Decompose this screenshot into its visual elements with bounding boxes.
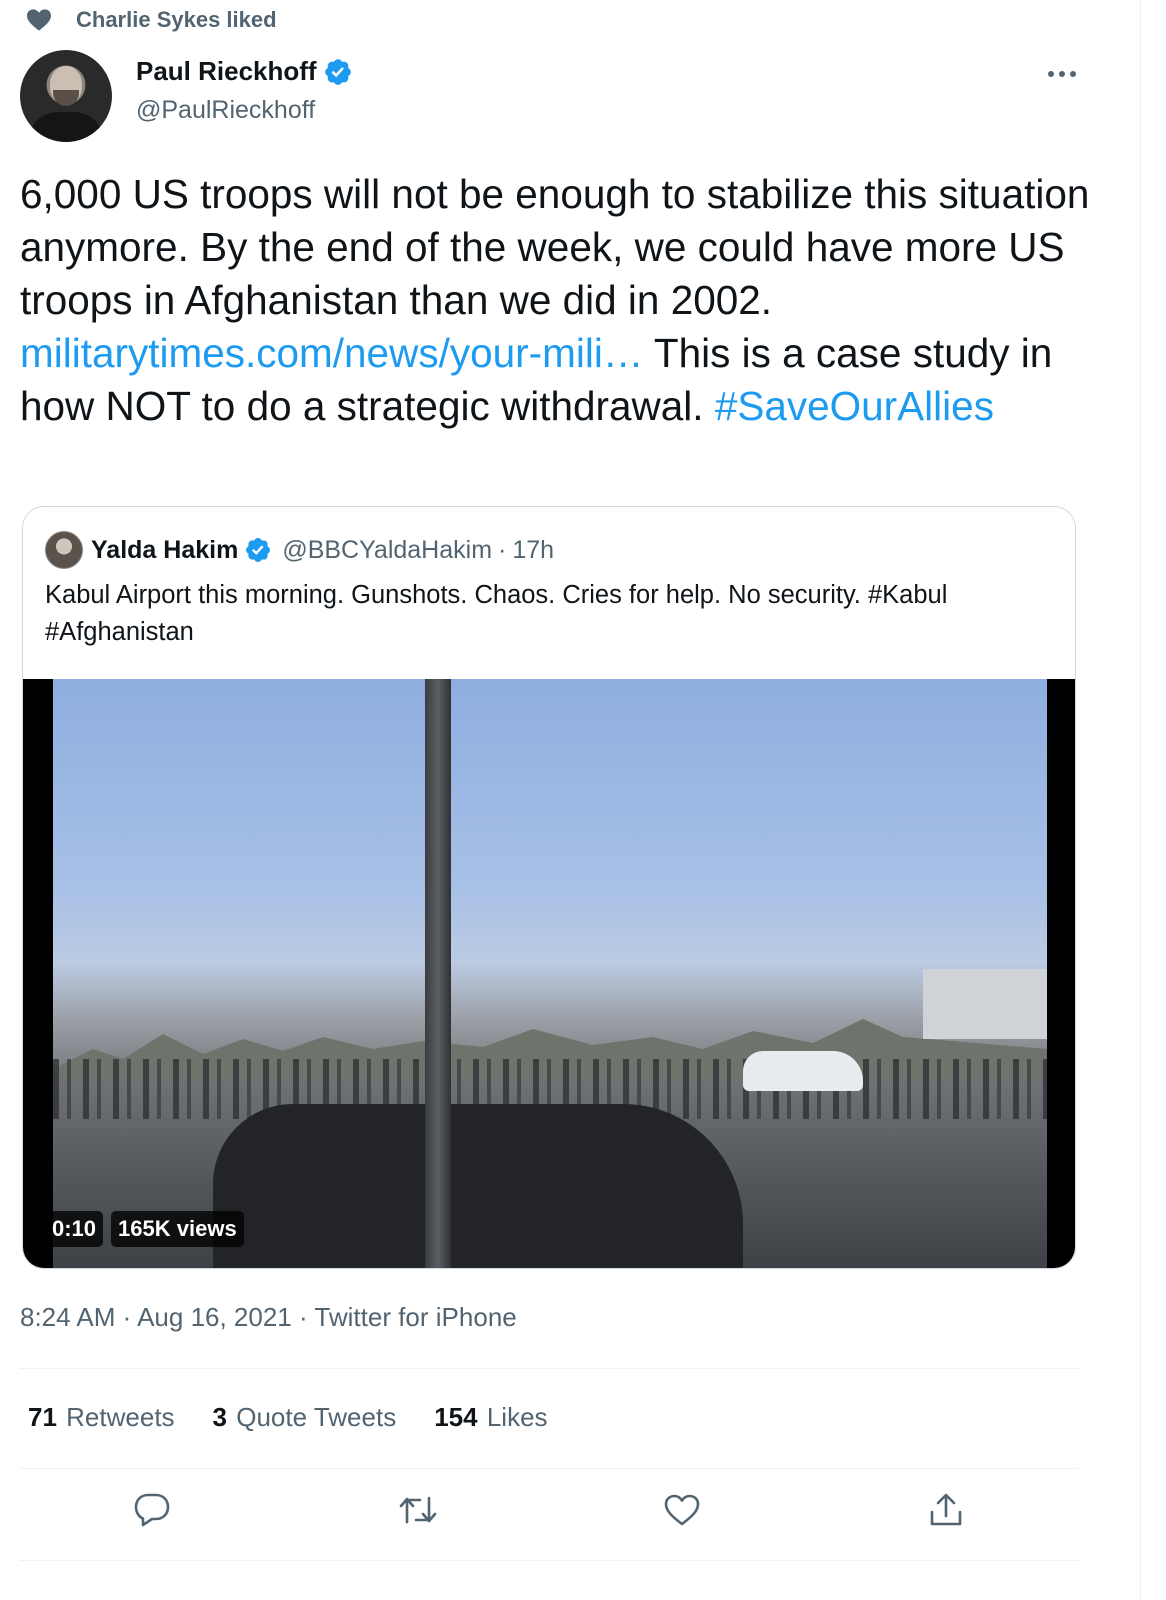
video-badges: 0:10 165K views [45,1211,244,1247]
retweet-icon[interactable] [396,1488,440,1532]
video-building-shape [923,969,1047,1039]
video-white-car-shape [743,1051,863,1091]
quoted-verified-badge-icon [246,538,271,562]
quoted-separator: · [498,535,507,564]
divider [20,1468,1078,1469]
likes-label: Likes [486,1402,548,1432]
avatar[interactable] [20,50,112,142]
quoted-tweet-card[interactable]: Yalda Hakim @BBCYaldaHakim · 17h Kabul A… [22,506,1076,1269]
quoted-handle[interactable]: @BBCYaldaHakim [282,536,492,565]
quoted-tweet-text: Kabul Airport this morning. Gunshots. Ch… [45,581,948,646]
likes-count: 154 [434,1402,478,1432]
tweet-text: 6,000 US troops will not be enough to st… [20,168,1090,433]
retweets-count: 71 [28,1402,57,1432]
social-context[interactable]: Charlie Sykes liked [24,4,277,36]
quoted-time[interactable]: 17h [512,536,554,565]
tweet-link[interactable]: militarytimes.com/news/your-mili… [20,330,643,376]
social-context-label: Charlie Sykes liked [76,7,277,32]
retweets-label: Retweets [66,1402,175,1432]
avatar-beard-shape [53,90,79,106]
likes-stat[interactable]: 154 Likes [434,1402,547,1433]
quoted-tweet-header: Yalda Hakim @BBCYaldaHakim · 17h [45,531,554,569]
video-views: 165K views [111,1211,244,1247]
engagement-stats: 71 Retweets 3 Quote Tweets 154 Likes [28,1402,548,1433]
verified-badge-icon [324,58,351,85]
reply-icon[interactable] [130,1488,174,1532]
tweet-time[interactable]: 8:24 AM [20,1302,115,1332]
divider [20,1560,1078,1561]
video-player[interactable]: 0:10 165K views [23,679,1075,1268]
action-bar [0,1488,1100,1538]
video-pole-shape [425,679,451,1268]
author-name-row[interactable]: Paul Rieckhoff [136,56,353,87]
hashtag-link[interactable]: #SaveOurAllies [715,383,994,429]
tweet-text-part1: 6,000 US troops will not be enough to st… [20,171,1090,323]
meta-separator-2: · [291,1302,315,1332]
quoted-display-name[interactable]: Yalda Hakim [91,536,238,565]
author-display-name[interactable]: Paul Rieckhoff [136,56,317,87]
tweet-meta: 8:24 AM · Aug 16, 2021 · Twitter for iPh… [20,1302,517,1333]
author-handle[interactable]: @PaulRieckhoff [136,96,315,125]
like-icon[interactable] [660,1488,704,1532]
avatar-shirt-shape [28,112,104,142]
video-dark-car-shape [213,1104,743,1268]
tweet-date[interactable]: Aug 16, 2021 [137,1302,292,1332]
video-frame[interactable] [53,679,1047,1268]
quoted-avatar[interactable] [45,531,83,569]
video-duration: 0:10 [45,1211,104,1247]
heart-icon [24,6,54,34]
tweet-source[interactable]: Twitter for iPhone [314,1302,516,1332]
quote-tweets-stat[interactable]: 3 Quote Tweets [213,1402,397,1433]
quote-tweets-count: 3 [212,1402,228,1432]
meta-separator-1: · [115,1302,138,1332]
retweets-stat[interactable]: 71 Retweets [28,1402,175,1433]
quote-tweets-label: Quote Tweets [236,1402,397,1432]
more-dots-icon[interactable] [1042,62,1082,86]
share-icon[interactable] [924,1488,968,1532]
divider [20,1368,1078,1369]
tweet-detail-page: Charlie Sykes liked Paul Rieckhoff @Paul… [0,0,1141,1600]
